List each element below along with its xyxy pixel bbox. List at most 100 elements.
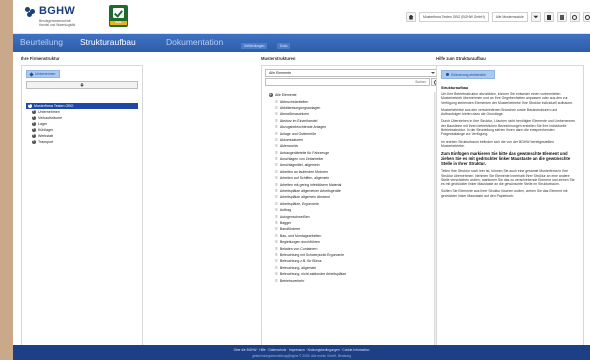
element-icon: ☰ <box>275 112 278 117</box>
element-icon: ☰ <box>275 227 278 232</box>
help-paragraph: Musterbetriebe aus den verschiedenen Bra… <box>441 107 558 117</box>
home-icon <box>408 14 414 20</box>
settings-button[interactable] <box>582 12 590 22</box>
table-icon <box>559 14 564 20</box>
element-list-item-label: Aktenarchiv <box>279 144 299 149</box>
pencil-icon <box>29 71 34 77</box>
logo-subtitle: Berufsgenossenschaft Handel und Warenlog… <box>39 19 76 27</box>
template-structures-column: Musterstrukturen Alle Elemente Suchen Al… <box>261 56 443 348</box>
element-list-item-label: Abfallentsorgungsanlagen <box>279 105 321 110</box>
element-icon: ☰ <box>275 272 278 277</box>
document-button[interactable] <box>543 12 554 22</box>
tree-item-transport[interactable]: Transport <box>26 138 138 145</box>
module-select[interactable]: Alle Mustermodule <box>491 12 528 22</box>
element-list-item-label: Betriebsverkehr <box>279 278 305 283</box>
element-icon: ☰ <box>275 252 278 257</box>
app-window: BGHW Berufsgenossenschaft Handel und War… <box>13 0 590 360</box>
logo-title: BGHW <box>39 5 76 17</box>
subtab-doku[interactable]: Doku <box>277 43 291 49</box>
element-icon: ☰ <box>275 105 278 110</box>
element-icon: ☰ <box>275 182 278 187</box>
footer-links[interactable]: Über die BGHW · Hilfe · Datenschutz · Im… <box>13 348 590 352</box>
help-title: Hilfe zum Strukturaufbau <box>436 56 486 61</box>
expand-icon[interactable] <box>32 114 36 120</box>
tree-item-label: Verkaufsräume <box>38 116 63 120</box>
element-filter-select[interactable]: Alle Elemente <box>265 69 439 77</box>
element-icon: ☰ <box>275 246 278 251</box>
expand-icon[interactable] <box>32 138 36 144</box>
template-structures-panel: Alle Elemente Suchen Alle Elemente ☰ Abbr… <box>261 65 443 348</box>
header: BGHW Berufsgenossenschaft Handel und War… <box>13 0 590 34</box>
help-text: Strukturaufbau Um Ihre Betriebsstruktur … <box>441 86 579 198</box>
help-paragraph: Um Ihre Betriebsstruktur abzubilden, kön… <box>441 92 574 105</box>
element-items: ☰ Abbruchelarbeiten ☰ Abfallentsorgungsanla… <box>269 98 439 283</box>
gear-icon <box>585 14 590 20</box>
tree-item-label: Werkstatt <box>38 134 54 138</box>
show-explanation-label: Erläuterung einblenden <box>451 72 487 77</box>
element-icon: ☰ <box>275 195 278 200</box>
company-select[interactable]: Musterfirma Testen GBO (BGHW GmbH) <box>419 12 489 22</box>
expand-icon[interactable] <box>32 108 36 114</box>
company-structure-panel: Umbenennen Musterfirma Testen GBO Untern… <box>21 65 143 348</box>
main-nav: Beurteilung Strukturaufbau Dokumentation… <box>13 34 590 52</box>
footer-copyright: gefaehrdungsbeurteilung@bghw © 2009, All… <box>252 353 351 358</box>
move-down-button[interactable] <box>26 81 138 89</box>
toolbar: Musterfirma Testen GBO (BGHW GmbH) Alle … <box>406 12 590 22</box>
help-paragraph: Teilen Ihre Struktur noch leer ist, könn… <box>441 169 575 187</box>
element-list-item-label: Bau- und Montagearbeiten <box>279 233 322 238</box>
element-list-item-label: Anbaugeräteteile für Fahrzeuge <box>279 150 330 155</box>
element-icon: ☰ <box>275 221 278 225</box>
help-paragraph: Durch Überziehen in Ihre Struktur, Lösch… <box>441 119 576 137</box>
tab-beurteilung[interactable]: Beurteilung <box>20 37 63 47</box>
expand-icon[interactable] <box>32 126 36 132</box>
search-placeholder: Suchen <box>415 80 426 84</box>
element-list-item-label: Anlage und Gutterreiße <box>279 131 317 136</box>
expand-icon[interactable] <box>28 102 32 108</box>
element-list-item-label: Beladen von Containern <box>279 246 318 251</box>
element-list-item-label: Beleuchtung mit Schwerpunkt Ergonomie <box>279 252 345 257</box>
element-list-item[interactable]: ☰ Betriebsverkehr <box>269 277 439 283</box>
tree-item-label: Unternehmen <box>38 110 60 114</box>
element-tree: Alle Elemente ☰ Abbruchelarbeiten ☰ Abfalle… <box>265 92 439 346</box>
expand-icon[interactable] <box>32 132 36 138</box>
logo-mark-icon <box>25 7 36 17</box>
expand-icon[interactable] <box>269 92 273 98</box>
tree-item-label: Kühllager <box>38 128 54 132</box>
tree-item-label: Transport <box>38 140 54 144</box>
arrow-down-icon <box>80 83 84 87</box>
search-input[interactable]: Suchen <box>265 78 430 86</box>
subtab-gefaehrdungen[interactable]: Gefährdungen <box>241 43 268 49</box>
element-icon: ☰ <box>275 278 278 283</box>
element-list-item-label: Begleitungen durchführen <box>279 240 320 245</box>
expand-icon[interactable] <box>32 120 36 126</box>
bghw-logo[interactable]: BGHW Berufsgenossenschaft Handel und War… <box>25 5 105 31</box>
dropdown-button[interactable] <box>530 12 541 22</box>
tab-strukturaufbau[interactable]: Strukturaufbau <box>80 37 136 47</box>
rename-button[interactable]: Umbenennen <box>26 70 60 78</box>
show-explanation-button[interactable]: Erläuterung einblenden <box>441 70 495 79</box>
search-row: Suchen <box>265 78 439 86</box>
tree-root-label: Musterfirma Testen GBO <box>34 104 74 108</box>
element-icon: ☰ <box>275 118 278 123</box>
quality-badge: Gute <box>109 5 128 27</box>
element-icon: ☰ <box>275 169 278 174</box>
element-icon: ☰ <box>275 137 278 142</box>
element-list-item-label: Auftrag <box>279 208 292 213</box>
help-button[interactable] <box>569 12 580 22</box>
rename-button-label: Umbenennen <box>35 72 56 76</box>
element-list-item-label: Abbruchelarbeiten <box>279 99 309 104</box>
element-icon: ☰ <box>275 176 278 181</box>
tab-dokumentation[interactable]: Dokumentation <box>166 37 223 47</box>
element-list-item-label: Beleuchtung, allgemein <box>279 265 317 270</box>
company-tree: Musterfirma Testen GBO Unternehmen Verka… <box>26 102 138 145</box>
home-button[interactable] <box>406 12 416 22</box>
element-list-item-label: Autogenschweißen <box>279 214 310 219</box>
element-icon: ☰ <box>275 259 278 264</box>
element-filter-value: Alle Elemente <box>269 71 292 75</box>
table-button[interactable] <box>556 12 567 22</box>
caret-down-icon <box>533 15 539 19</box>
element-icon: ☰ <box>275 240 278 245</box>
element-list-item-label: Akkumulatoren <box>279 137 304 142</box>
element-list-item-label: Beleuchtung z.B. für Büros <box>279 259 322 264</box>
help-icon <box>572 14 578 20</box>
